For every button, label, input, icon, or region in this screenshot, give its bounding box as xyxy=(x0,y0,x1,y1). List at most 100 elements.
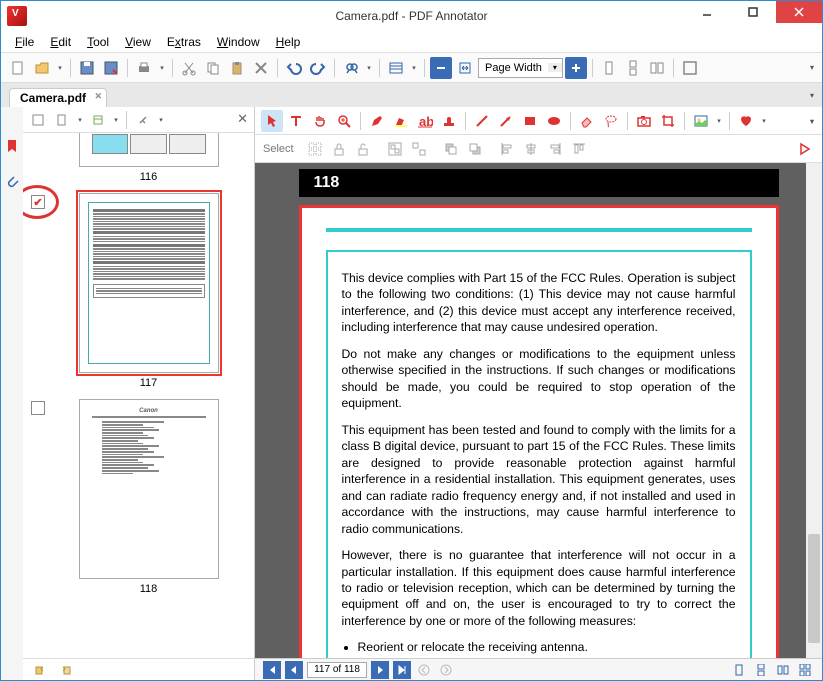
eraser-tool[interactable] xyxy=(576,110,598,132)
last-page-button[interactable] xyxy=(393,661,411,679)
pan-tool[interactable] xyxy=(309,110,331,132)
minimize-button[interactable] xyxy=(684,1,730,23)
thumb-page-118[interactable]: Canon xyxy=(79,399,219,579)
align-left-button[interactable] xyxy=(496,138,518,160)
expand-tool-button[interactable] xyxy=(794,138,816,160)
text-select-tool[interactable] xyxy=(285,110,307,132)
rectangle-tool[interactable] xyxy=(519,110,541,132)
layout-facing-button[interactable] xyxy=(774,661,792,679)
layout-facing-cont-button[interactable] xyxy=(796,661,814,679)
menu-edit[interactable]: Edit xyxy=(42,33,79,51)
menu-window[interactable]: Window xyxy=(209,33,268,51)
redo-button[interactable] xyxy=(307,57,329,79)
unlock-button[interactable] xyxy=(352,138,374,160)
lasso-erase-tool[interactable] xyxy=(600,110,622,132)
close-thumbnails-button[interactable]: ✕ xyxy=(237,111,248,127)
new-page-button[interactable] xyxy=(51,109,73,131)
copy-button[interactable] xyxy=(202,57,224,79)
prev-page-button[interactable] xyxy=(285,661,303,679)
zoom-combo[interactable]: Page Width ▾ xyxy=(478,58,563,78)
open-button[interactable] xyxy=(31,57,53,79)
pointer-tool[interactable] xyxy=(261,110,283,132)
continuous-page-button[interactable] xyxy=(622,57,644,79)
fullscreen-button[interactable] xyxy=(679,57,701,79)
snapshot-tool[interactable] xyxy=(633,110,655,132)
image-tool[interactable] xyxy=(690,110,712,132)
highlighter-tool[interactable] xyxy=(390,110,412,132)
new-doc-button[interactable] xyxy=(7,57,29,79)
document-scroll[interactable]: 118 This device complies with Part 15 of… xyxy=(255,163,822,658)
thumbnail-116[interactable]: 116 xyxy=(31,133,246,183)
thumb-checkbox-118[interactable] xyxy=(31,401,45,415)
scrollbar-thumb[interactable] xyxy=(808,534,820,643)
page-input[interactable] xyxy=(307,662,367,678)
thumb-checkbox-117[interactable] xyxy=(31,195,45,209)
image-dropdown[interactable] xyxy=(714,117,724,125)
crop-tool[interactable] xyxy=(657,110,679,132)
maximize-button[interactable] xyxy=(730,1,776,23)
sidetab-bookmarks[interactable] xyxy=(3,137,21,155)
find-button[interactable] xyxy=(340,57,362,79)
menu-file[interactable]: File xyxy=(7,33,42,51)
anno-toolbar2-overflow[interactable] xyxy=(804,111,820,131)
align-top-button[interactable] xyxy=(568,138,590,160)
delete-button[interactable] xyxy=(250,57,272,79)
menu-extras[interactable]: Extras xyxy=(159,33,209,51)
layout-continuous-button[interactable] xyxy=(752,661,770,679)
zoom-out-button[interactable] xyxy=(430,57,452,79)
select-all-checkbox[interactable] xyxy=(27,109,49,131)
lock-button[interactable] xyxy=(328,138,350,160)
settings-dropdown[interactable] xyxy=(156,116,166,124)
stamp-tool[interactable] xyxy=(438,110,460,132)
select-all-obj-button[interactable] xyxy=(304,138,326,160)
print-button[interactable] xyxy=(133,57,155,79)
bookmark-view-button[interactable] xyxy=(87,109,109,131)
thumb-rotate-left[interactable] xyxy=(29,659,51,681)
line-tool[interactable] xyxy=(471,110,493,132)
find-dropdown[interactable] xyxy=(364,64,374,72)
vertical-scrollbar[interactable] xyxy=(806,163,822,658)
single-page-button[interactable] xyxy=(598,57,620,79)
menu-view[interactable]: View xyxy=(117,33,159,51)
undo-button[interactable] xyxy=(283,57,305,79)
new-page-dropdown[interactable] xyxy=(75,116,85,124)
send-back-button[interactable] xyxy=(464,138,486,160)
bookmark-view-dropdown[interactable] xyxy=(111,116,121,124)
toolbar-overflow[interactable] xyxy=(804,57,820,77)
sidebar-dropdown[interactable] xyxy=(409,64,419,72)
thumbnail-117[interactable]: 117 xyxy=(31,193,246,389)
ellipse-tool[interactable] xyxy=(543,110,565,132)
close-button[interactable] xyxy=(776,1,822,23)
save-button[interactable] xyxy=(76,57,98,79)
zoom-dropdown[interactable]: ▾ xyxy=(548,63,562,72)
ungroup-button[interactable] xyxy=(408,138,430,160)
print-dropdown[interactable] xyxy=(157,64,167,72)
menu-tool[interactable]: Tool xyxy=(79,33,117,51)
thumb-page-117[interactable] xyxy=(79,193,219,373)
group-button[interactable] xyxy=(384,138,406,160)
thumbnail-scroll[interactable]: 116 xyxy=(23,133,254,658)
zoom-in-button[interactable] xyxy=(565,57,587,79)
layout-single-button[interactable] xyxy=(730,661,748,679)
bring-front-button[interactable] xyxy=(440,138,462,160)
text-tool[interactable]: ab xyxy=(414,110,436,132)
tabstrip-overflow[interactable] xyxy=(804,85,820,105)
open-dropdown[interactable] xyxy=(55,64,65,72)
pen-tool[interactable] xyxy=(366,110,388,132)
two-page-button[interactable] xyxy=(646,57,668,79)
sidebar-toggle-button[interactable] xyxy=(385,57,407,79)
tab-close-button[interactable]: ✕ xyxy=(94,91,102,102)
menu-help[interactable]: Help xyxy=(268,33,309,51)
thumbnail-118[interactable]: Canon xyxy=(31,399,246,595)
forward-nav-button[interactable] xyxy=(437,661,455,679)
sidetab-attachments[interactable] xyxy=(3,173,21,191)
fit-width-button[interactable] xyxy=(454,57,476,79)
tab-camera[interactable]: Camera.pdf ✕ xyxy=(9,88,107,107)
favorite-dropdown[interactable] xyxy=(759,117,769,125)
next-page-button[interactable] xyxy=(371,661,389,679)
arrow-tool[interactable] xyxy=(495,110,517,132)
save-as-button[interactable] xyxy=(100,57,122,79)
align-center-button[interactable] xyxy=(520,138,542,160)
paste-button[interactable] xyxy=(226,57,248,79)
zoom-tool[interactable] xyxy=(333,110,355,132)
